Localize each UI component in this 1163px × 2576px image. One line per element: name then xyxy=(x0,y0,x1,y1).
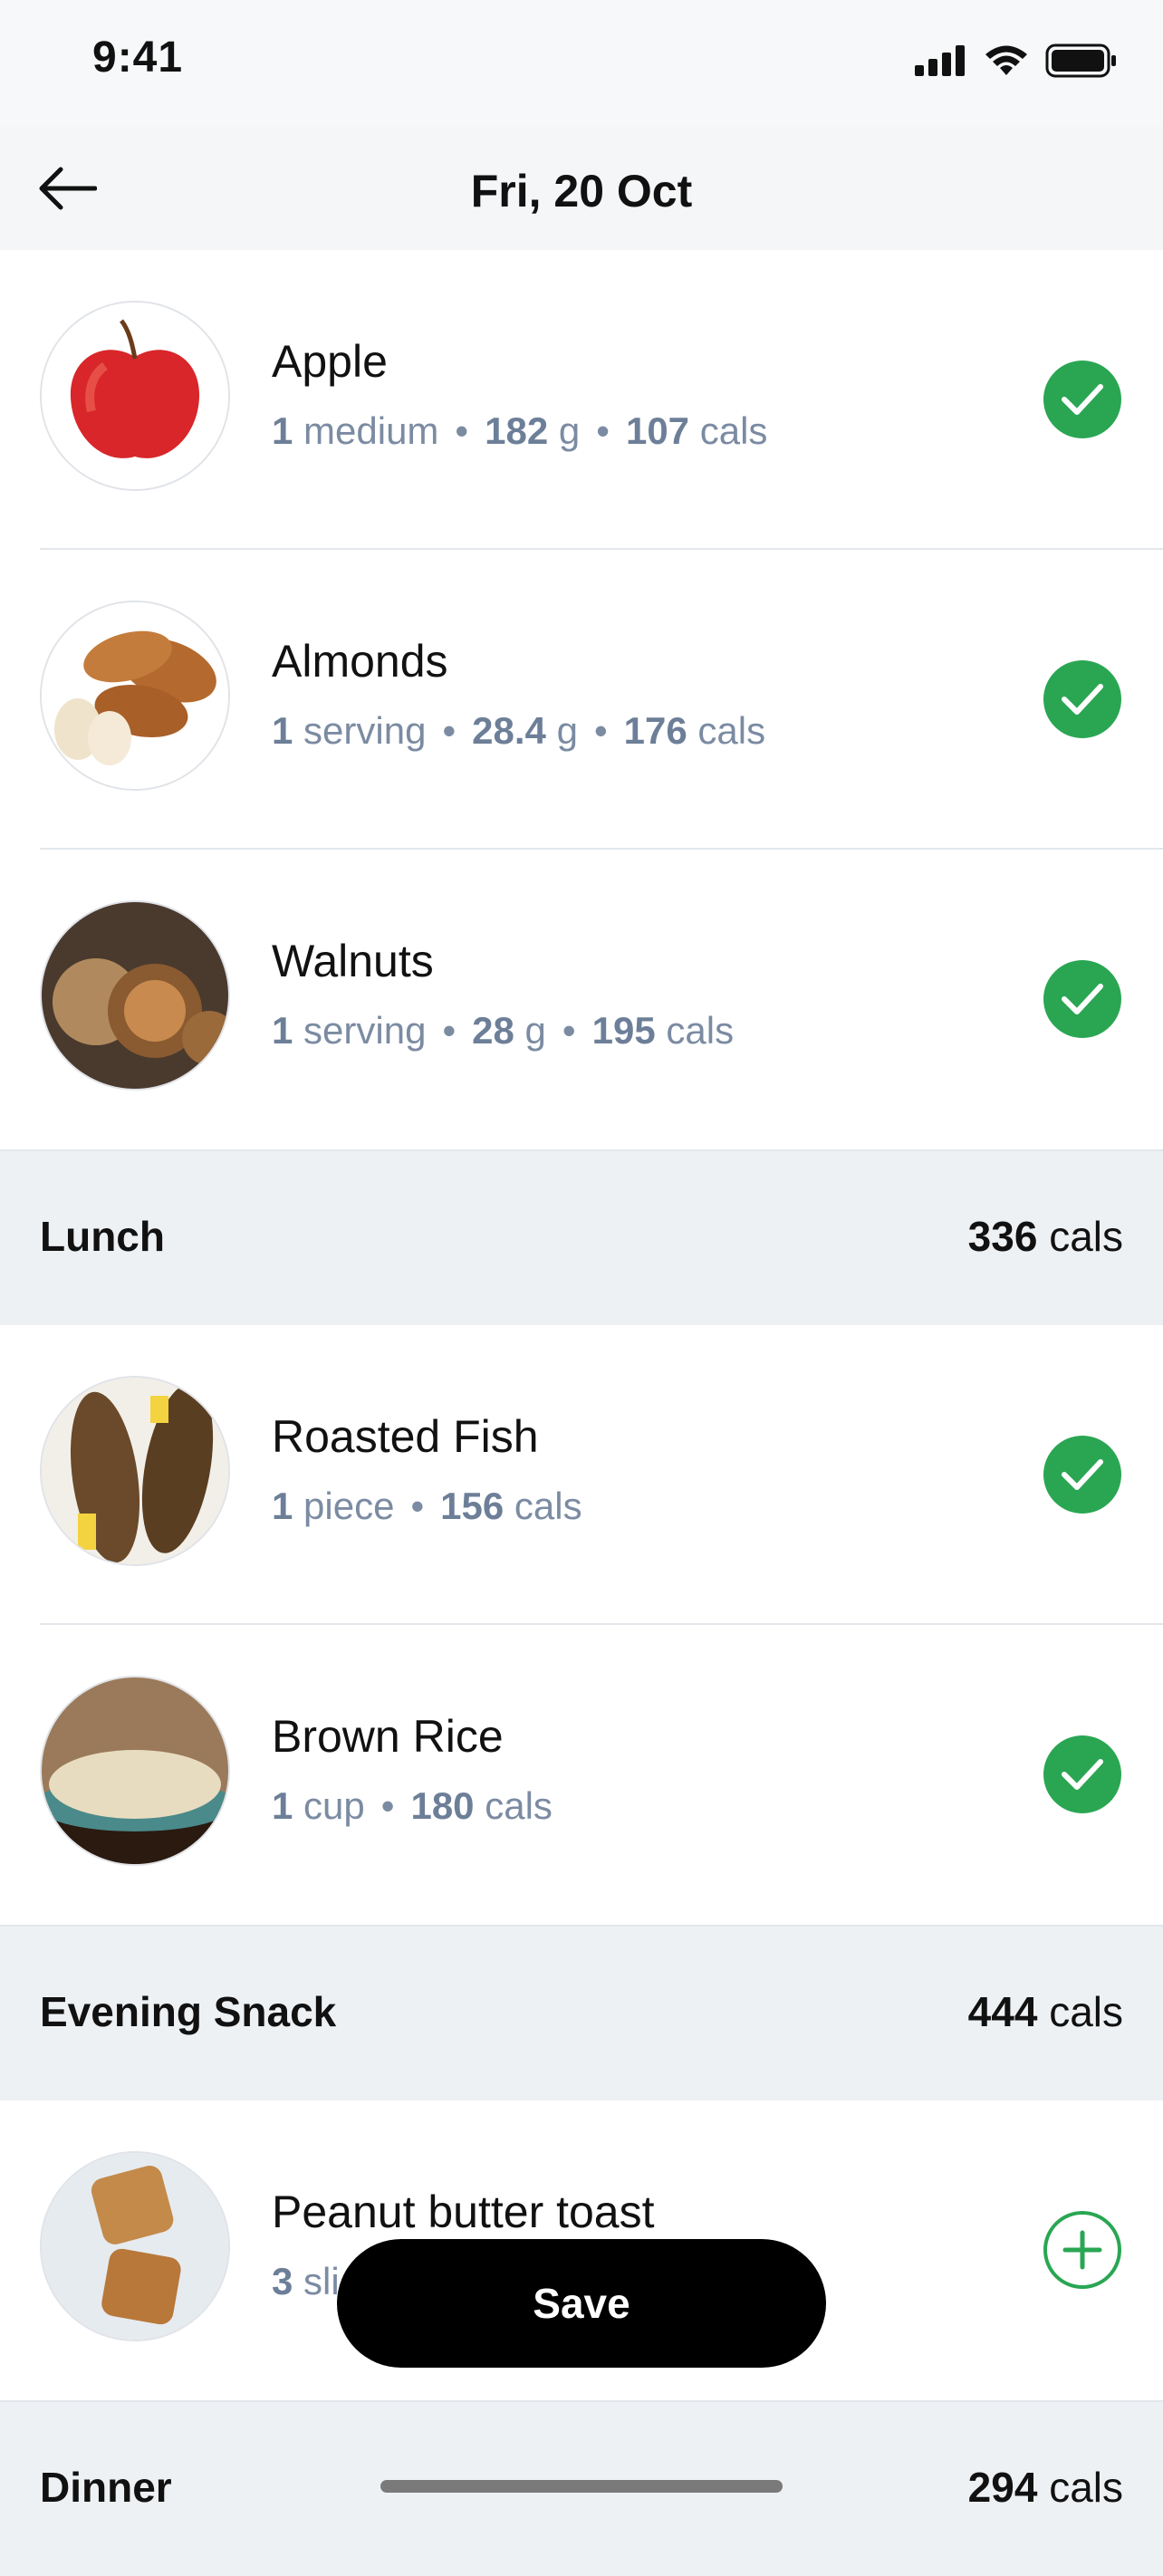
food-meta: 1 medium • 182 g • 107 cals xyxy=(272,409,768,452)
check-icon xyxy=(1062,1459,1103,1490)
food-meta: 1 serving • 28 g • 195 cals xyxy=(272,1009,735,1052)
apple-image xyxy=(40,301,230,491)
food-name: Peanut butter toast xyxy=(272,2187,655,2237)
food-name: Almonds xyxy=(272,636,448,687)
food-item-walnuts[interactable]: Walnuts 1 serving • 28 g • 195 cals xyxy=(0,850,1163,1149)
section-header-evening-snack: Evening Snack 444 cals xyxy=(0,1925,1163,2100)
food-item-brown-rice[interactable]: Brown Rice 1 cup • 180 cals xyxy=(0,1625,1163,1925)
cellular-signal-icon xyxy=(915,45,965,76)
section-calories: 294 cals xyxy=(967,2464,1123,2511)
roasted-fish-image xyxy=(40,1376,230,1566)
home-indicator xyxy=(380,2480,783,2493)
page-title: Fri, 20 Oct xyxy=(470,166,693,216)
logged-check-button[interactable] xyxy=(1043,360,1121,438)
wifi-icon xyxy=(985,45,1027,75)
food-item-apple[interactable]: Apple 1 medium • 182 g • 107 cals xyxy=(0,250,1163,550)
status-icons xyxy=(915,43,1118,78)
section-header-lunch: Lunch 336 cals xyxy=(0,1149,1163,1325)
food-name: Walnuts xyxy=(272,936,434,986)
food-item-almonds[interactable]: Almonds 1 serving • 28.4 g • 176 cals xyxy=(0,550,1163,850)
section-label: Evening Snack xyxy=(40,1988,337,2035)
check-icon xyxy=(1062,684,1103,715)
header: Fri, 20 Oct xyxy=(0,127,1163,250)
check-icon xyxy=(1062,384,1103,415)
food-name: Roasted Fish xyxy=(272,1411,539,1462)
logged-check-button[interactable] xyxy=(1043,1735,1121,1813)
food-name: Apple xyxy=(272,336,388,387)
section-calories: 444 cals xyxy=(967,1988,1123,2035)
brown-rice-image xyxy=(40,1676,230,1866)
status-bar: 9:41 xyxy=(0,0,1163,127)
logged-check-button[interactable] xyxy=(1043,1436,1121,1514)
battery-icon xyxy=(1045,43,1116,78)
peanut-butter-toast-image xyxy=(40,2151,230,2341)
section-label: Dinner xyxy=(40,2464,172,2511)
food-item-roasted-fish[interactable]: Roasted Fish 1 piece • 156 cals xyxy=(0,1325,1163,1625)
walnuts-image xyxy=(40,900,230,1091)
save-button[interactable]: Save xyxy=(337,2239,826,2368)
plus-icon xyxy=(1062,2230,1102,2270)
logged-check-button[interactable] xyxy=(1043,960,1121,1038)
almonds-image xyxy=(40,601,230,791)
check-icon xyxy=(1062,984,1103,1014)
status-time: 9:41 xyxy=(92,34,184,82)
meal-list: Apple 1 medium • 182 g • 107 cals Almonds 1 … xyxy=(0,250,1163,2576)
food-meta: 1 piece • 156 cals xyxy=(272,1485,582,1527)
logged-check-button[interactable] xyxy=(1043,660,1121,738)
food-name: Brown Rice xyxy=(272,1711,504,1762)
add-food-button[interactable] xyxy=(1043,2211,1121,2289)
food-meta: 1 serving • 28.4 g • 176 cals xyxy=(272,709,766,752)
check-icon xyxy=(1062,1759,1103,1790)
section-label: Lunch xyxy=(40,1213,165,1260)
food-meta: 3 sli xyxy=(272,2260,340,2302)
food-meta: 1 cup • 180 cals xyxy=(272,1784,553,1827)
section-calories: 336 cals xyxy=(967,1213,1123,1260)
